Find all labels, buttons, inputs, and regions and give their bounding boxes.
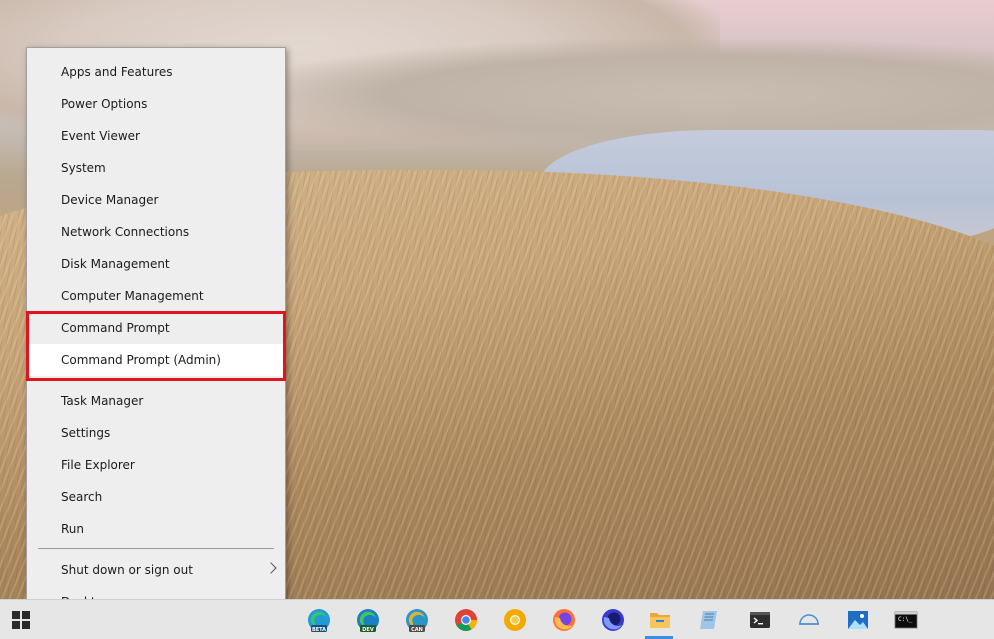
chevron-right-icon: [265, 562, 277, 574]
menu-item-event-viewer[interactable]: Event Viewer: [27, 120, 285, 152]
menu-item-label: Settings: [61, 426, 111, 440]
prompt-glyph: C:\_: [898, 616, 913, 623]
menu-item-search[interactable]: Search: [27, 481, 285, 513]
edge-dev-badge: DEV: [362, 627, 374, 633]
windows-start-icon[interactable]: [12, 611, 30, 629]
menu-item-apps-and-features[interactable]: Apps and Features: [27, 56, 285, 88]
menu-item-run[interactable]: Run: [27, 513, 285, 545]
chrome-icon[interactable]: [453, 607, 479, 633]
menu-item-disk-management[interactable]: Disk Management: [27, 248, 285, 280]
menu-item-label: Run: [61, 522, 85, 536]
menu-item-computer-management[interactable]: Computer Management: [27, 280, 285, 312]
menu-item-label: System: [61, 161, 106, 175]
menu-item-label: Event Viewer: [61, 129, 140, 143]
firefox-nightly-icon[interactable]: [600, 607, 626, 633]
menu-item-label: Network Connections: [61, 225, 190, 239]
menu-item-device-manager[interactable]: Device Manager: [27, 184, 285, 216]
menu-item-label: Task Manager: [61, 394, 144, 408]
edge-beta-icon[interactable]: BETA: [306, 607, 332, 633]
menu-item-power-options[interactable]: Power Options: [27, 88, 285, 120]
firefox-icon[interactable]: [551, 607, 577, 633]
taskbar: BETA DEV CAN C:\_: [0, 599, 994, 639]
menu-item-network-connections[interactable]: Network Connections: [27, 216, 285, 248]
photos-icon[interactable]: [845, 607, 871, 633]
menu-separator: [38, 548, 274, 549]
menu-item-label: File Explorer: [61, 458, 135, 472]
command-prompt-icon[interactable]: C:\_: [893, 607, 919, 633]
file-explorer-icon[interactable]: [647, 607, 673, 633]
menu-item-label: Command Prompt: [61, 321, 170, 335]
menu-item-label: Apps and Features: [61, 65, 173, 79]
notepad-icon[interactable]: [697, 607, 723, 633]
menu-item-label: Command Prompt (Admin): [61, 353, 221, 367]
chrome-canary-icon[interactable]: [502, 607, 528, 633]
menu-item-shut-down-or-sign-out[interactable]: Shut down or sign out: [27, 554, 285, 586]
menu-item-settings[interactable]: Settings: [27, 417, 285, 449]
menu-item-label: Search: [61, 490, 103, 504]
menu-item-label: Computer Management: [61, 289, 204, 303]
menu-item-system[interactable]: System: [27, 152, 285, 184]
menu-item-command-prompt-admin[interactable]: Command Prompt (Admin): [27, 344, 285, 376]
edge-canary-icon[interactable]: CAN: [404, 607, 430, 633]
edge-dev-icon[interactable]: DEV: [355, 607, 381, 633]
menu-item-label: Device Manager: [61, 193, 159, 207]
menu-item-file-explorer[interactable]: File Explorer: [27, 449, 285, 481]
quick-link-menu: Apps and Features Power Options Event Vi…: [26, 47, 286, 625]
menu-item-command-prompt[interactable]: Command Prompt: [27, 312, 285, 344]
edge-canary-badge: CAN: [411, 627, 423, 633]
menu-item-label: Disk Management: [61, 257, 170, 271]
menu-item-label: Power Options: [61, 97, 148, 111]
menu-item-task-manager[interactable]: Task Manager: [27, 385, 285, 417]
menu-item-label: Shut down or sign out: [61, 563, 193, 577]
edge-beta-badge: BETA: [312, 627, 326, 633]
terminal-icon[interactable]: [747, 607, 773, 633]
snip-icon[interactable]: [796, 607, 822, 633]
